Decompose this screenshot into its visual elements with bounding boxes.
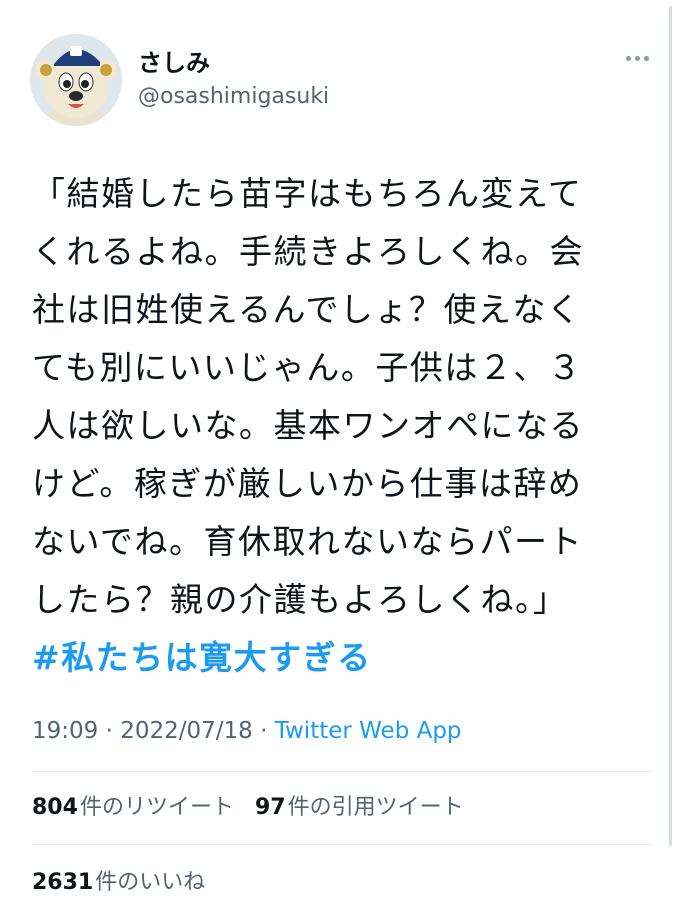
meta-separator: · bbox=[260, 718, 268, 744]
meta-separator: · bbox=[105, 718, 113, 744]
mascot-avatar-icon bbox=[30, 34, 122, 126]
more-dot bbox=[643, 55, 649, 61]
like-label: 件のいいね bbox=[95, 870, 206, 895]
tweet-header: さしみ @osashimigasuki bbox=[30, 34, 655, 130]
divider bbox=[32, 844, 652, 845]
retweet-count: 804 bbox=[32, 795, 78, 820]
hashtag-link[interactable]: #私たちは寛大すぎる bbox=[32, 638, 372, 677]
engagement-stats: 804件のリツイート 97件の引用ツイート bbox=[32, 793, 478, 823]
user-block[interactable]: さしみ @osashimigasuki bbox=[138, 48, 329, 112]
avatar[interactable] bbox=[30, 34, 122, 126]
likes-stats: 2631件のいいね bbox=[32, 868, 219, 898]
scrollbar[interactable] bbox=[669, 6, 672, 846]
divider bbox=[32, 771, 652, 772]
tweet-date[interactable]: 2022/07/18 bbox=[120, 718, 253, 744]
tweet-text: 「結婚したら苗字はもちろん変えて くれるよね。手続きよろしくね。会 社は旧姓使え… bbox=[32, 174, 584, 619]
quote-label: 件の引用ツイート bbox=[287, 795, 464, 820]
quote-count: 97 bbox=[254, 795, 286, 820]
tweet-time[interactable]: 19:09 bbox=[32, 718, 98, 744]
display-name[interactable]: さしみ bbox=[138, 48, 329, 78]
like-count: 2631 bbox=[32, 870, 94, 895]
tweet-detail: さしみ @osashimigasuki 「結婚したら苗字はもちろん変えて くれる… bbox=[0, 0, 680, 920]
retweets-stat[interactable]: 804件のリツイート bbox=[32, 793, 234, 823]
tweet-timestamp: 19:09 · 2022/07/18 · Twitter Web App bbox=[32, 715, 462, 747]
user-handle[interactable]: @osashimigasuki bbox=[138, 82, 329, 112]
more-horizontal-icon[interactable] bbox=[619, 48, 655, 68]
tweet-body: 「結婚したら苗字はもちろん変えて くれるよね。手続きよろしくね。会 社は旧姓使え… bbox=[32, 165, 652, 687]
more-dot bbox=[634, 55, 640, 61]
likes-stat[interactable]: 2631件のいいね bbox=[32, 868, 205, 898]
tweet-source-link[interactable]: Twitter Web App bbox=[275, 718, 462, 744]
retweet-label: 件のリツイート bbox=[79, 795, 234, 820]
quotes-stat[interactable]: 97件の引用ツイート bbox=[255, 793, 464, 823]
more-dot bbox=[625, 55, 631, 61]
